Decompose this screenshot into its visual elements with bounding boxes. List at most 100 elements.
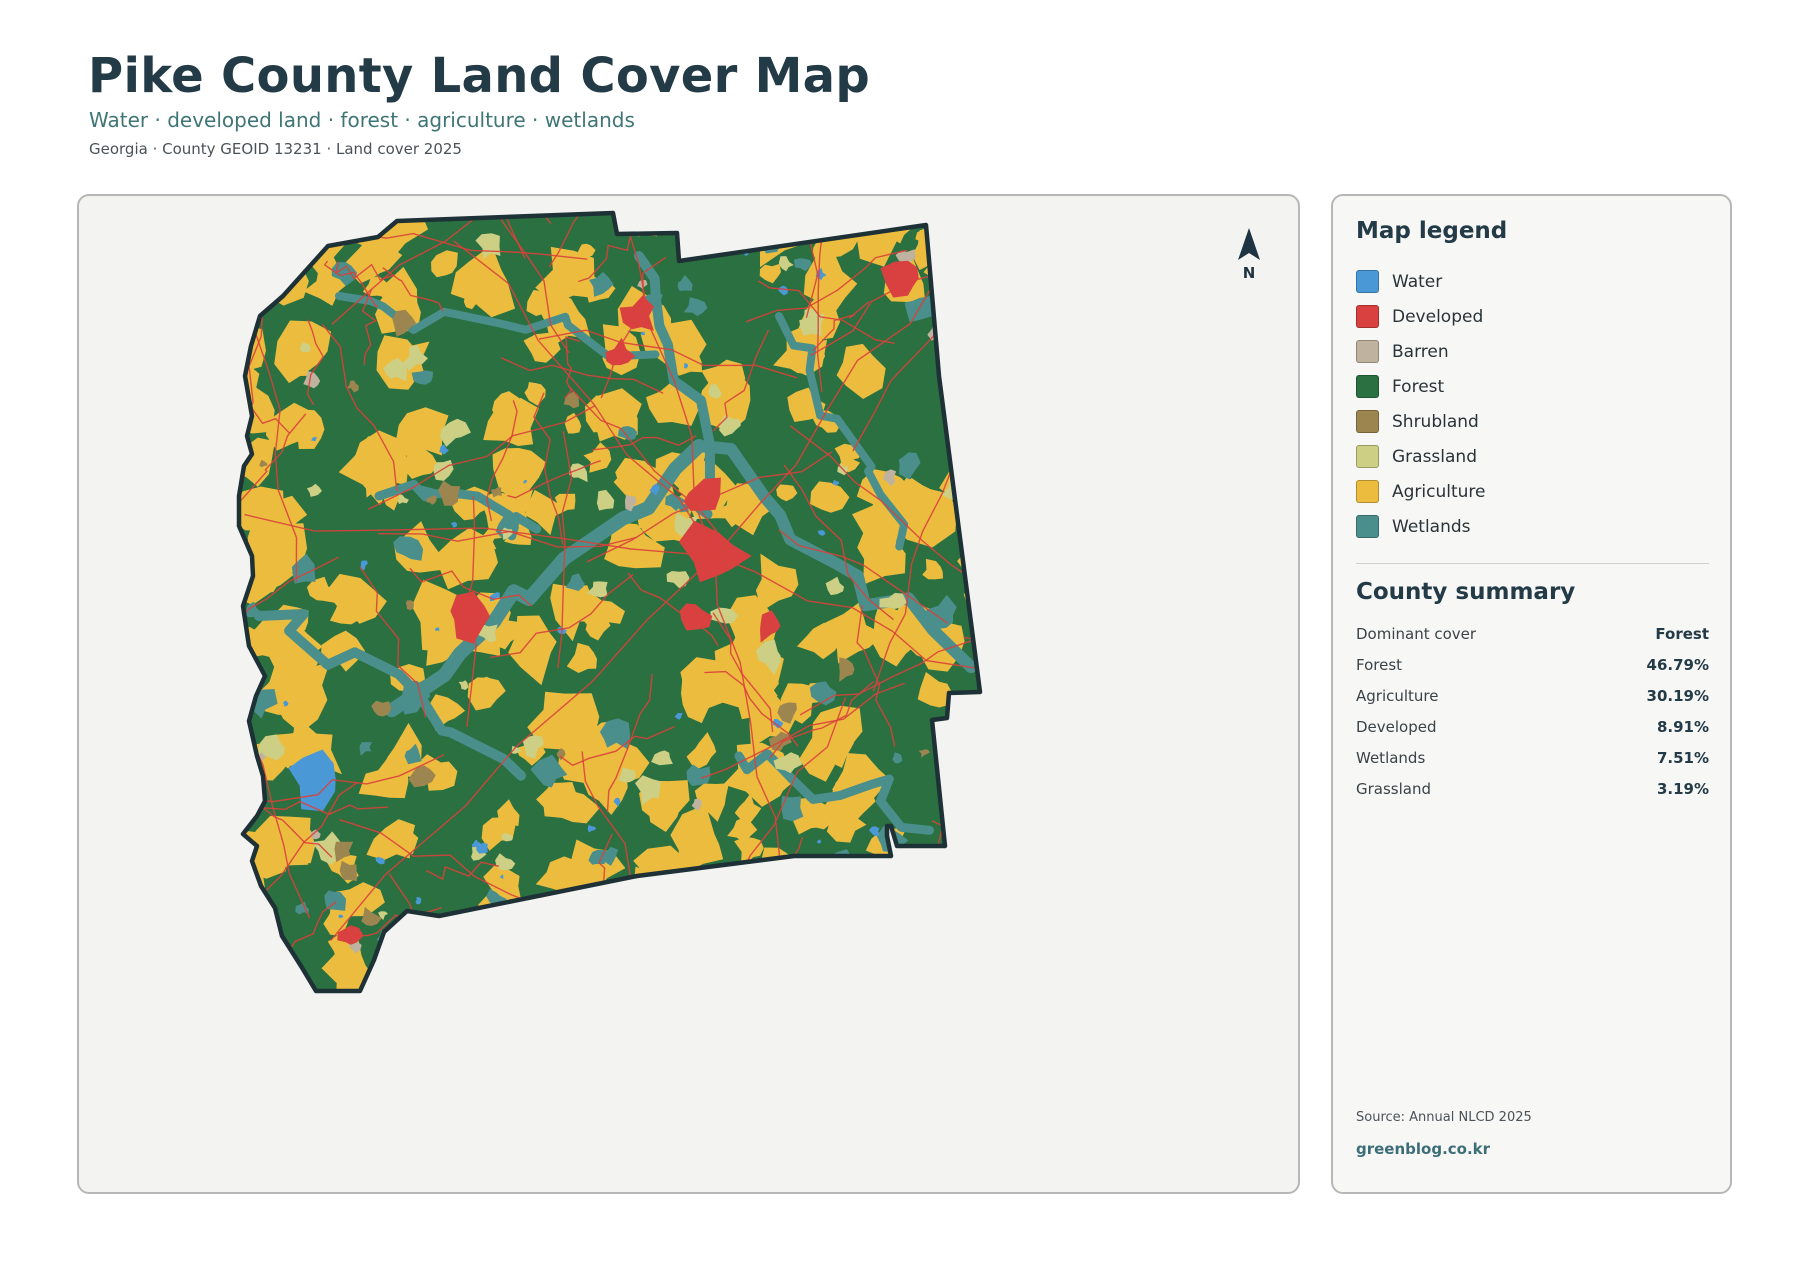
grassland-patch — [270, 960, 295, 990]
agriculture-patch — [950, 444, 980, 485]
wetland-patch — [895, 846, 922, 871]
shrubland-patch — [512, 912, 528, 937]
road — [599, 924, 623, 991]
agriculture-patch — [909, 925, 957, 965]
page-title: Pike County Land Cover Map — [88, 48, 870, 104]
agriculture-patch — [970, 243, 980, 275]
legend-label: Water — [1392, 271, 1443, 292]
road — [239, 732, 247, 915]
summary-row: Agriculture 30.19% — [1356, 680, 1709, 711]
legend-item-grassland: Grassland — [1356, 439, 1486, 474]
road — [239, 213, 251, 309]
agriculture-patch — [650, 921, 673, 943]
agriculture-patch — [745, 964, 781, 991]
summary-value: 7.51% — [1656, 748, 1709, 767]
summary-label: Developed — [1356, 717, 1437, 736]
county-map — [132, 210, 983, 994]
summary-label: Grassland — [1356, 779, 1431, 798]
road — [692, 987, 862, 991]
agriculture-patch — [893, 934, 957, 972]
agriculture-patch — [965, 786, 980, 809]
agriculture-patch — [239, 919, 263, 951]
agriculture-patch — [976, 949, 980, 971]
grassland-patch — [821, 946, 840, 968]
road — [571, 940, 591, 991]
agriculture-patch — [239, 861, 258, 908]
legend-label: Grassland — [1392, 446, 1477, 467]
legend-label: Forest — [1392, 376, 1445, 397]
agriculture-patch — [960, 434, 980, 494]
legend-swatch — [1356, 305, 1379, 328]
agriculture-patch — [975, 475, 980, 500]
summary-table: Dominant cover Forest Forest 46.79% Agricult… — [1356, 618, 1709, 804]
road — [953, 433, 980, 517]
legend-swatch — [1356, 375, 1379, 398]
legend-item-water: Water — [1356, 264, 1486, 299]
agriculture-patch — [656, 954, 690, 991]
road — [807, 986, 846, 991]
legend-swatch — [1356, 515, 1379, 538]
legend-list: Water Developed Barren Forest Shrubland Grass… — [1356, 264, 1486, 544]
legend-label: Agriculture — [1392, 481, 1486, 502]
summary-value: 8.91% — [1656, 717, 1709, 736]
legend-item-agriculture: Agriculture — [1356, 474, 1486, 509]
legend-swatch — [1356, 270, 1379, 293]
legend-label: Shrubland — [1392, 411, 1479, 432]
agriculture-patch — [695, 900, 724, 937]
agriculture-patch — [891, 908, 938, 953]
agriculture-patch — [831, 983, 862, 991]
site-link[interactable]: greenblog.co.kr — [1356, 1140, 1490, 1158]
grassland-patch — [681, 908, 698, 923]
legend-swatch — [1356, 410, 1379, 433]
legend-item-barren: Barren — [1356, 334, 1486, 369]
source-note: Source: Annual NLCD 2025 — [1356, 1110, 1532, 1125]
summary-row: Dominant cover Forest — [1356, 618, 1709, 649]
summary-value: 46.79% — [1646, 655, 1709, 674]
shrubland-patch — [688, 236, 713, 254]
agriculture-patch — [490, 920, 555, 977]
north-arrow: N — [1234, 226, 1264, 282]
agriculture-patch — [493, 972, 545, 991]
grassland-patch — [429, 956, 444, 971]
agriculture-patch — [731, 926, 754, 944]
summary-value: 3.19% — [1656, 779, 1709, 798]
agriculture-patch — [609, 963, 646, 991]
road — [691, 215, 782, 228]
north-arrow-icon — [1238, 228, 1260, 260]
agriculture-patch — [799, 859, 863, 915]
legend-swatch — [1356, 340, 1379, 363]
legend-label: Wetlands — [1392, 516, 1471, 537]
road — [963, 636, 980, 692]
legend-item-developed: Developed — [1356, 299, 1486, 334]
agriculture-patch — [800, 925, 849, 968]
agriculture-patch — [453, 929, 501, 980]
agriculture-patch — [939, 363, 980, 414]
road — [972, 730, 980, 905]
barren-patch — [486, 924, 497, 938]
side-panel: Map legend Water Developed Barren Forest Shr… — [1331, 194, 1732, 1194]
north-label: N — [1242, 264, 1256, 282]
agriculture-patch — [830, 931, 853, 959]
pond — [845, 942, 852, 949]
page-meta: Georgia · County GEOID 13231 · Land cove… — [89, 140, 462, 158]
agriculture-patch — [239, 276, 256, 296]
legend-label: Barren — [1392, 341, 1449, 362]
summary-row: Grassland 3.19% — [1356, 773, 1709, 804]
summary-heading: County summary — [1356, 579, 1576, 605]
barren-patch — [488, 939, 497, 948]
agriculture-patch — [551, 923, 606, 979]
agriculture-patch — [785, 213, 819, 237]
road — [756, 861, 934, 937]
summary-label: Dominant cover — [1356, 624, 1477, 643]
agriculture-patch — [621, 885, 676, 936]
road — [132, 484, 231, 521]
agriculture-patch — [717, 933, 755, 978]
panel-divider — [1356, 563, 1709, 564]
road — [957, 870, 980, 906]
grassland-patch — [652, 936, 679, 959]
grassland-patch — [745, 867, 764, 889]
agriculture-patch — [562, 898, 601, 927]
road — [941, 301, 980, 351]
legend-label: Developed — [1392, 306, 1484, 327]
summary-row: Forest 46.79% — [1356, 649, 1709, 680]
